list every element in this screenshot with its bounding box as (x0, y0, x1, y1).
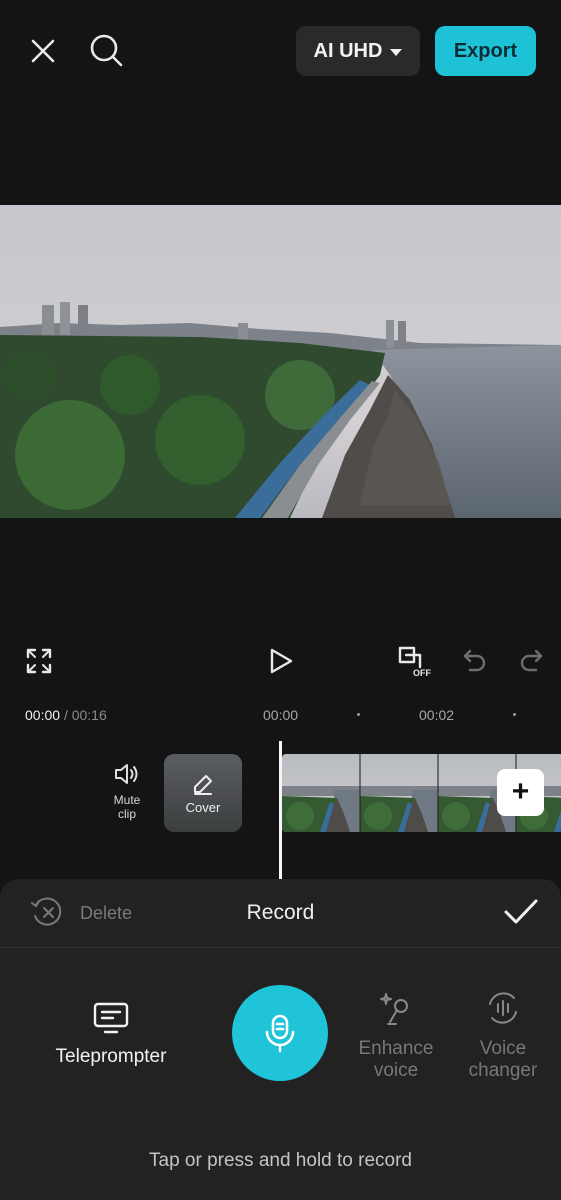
video-preview[interactable] (0, 205, 561, 518)
record-button[interactable] (232, 985, 328, 1081)
pencil-icon (194, 774, 212, 795)
quality-dropdown-button[interactable]: AI UHD (296, 26, 420, 76)
speaker-icon (115, 764, 138, 784)
mute-label: clip (117, 807, 136, 821)
teleprompter-label: Teleprompter (55, 1046, 167, 1067)
voice-changer-icon (489, 992, 517, 1024)
search-icon[interactable] (86, 30, 126, 70)
keyframe-off-icon[interactable]: OFF (396, 645, 434, 682)
teleprompter-button[interactable]: Teleprompter (42, 1002, 180, 1068)
quality-label: AI UHD (313, 39, 383, 62)
teleprompter-icon (93, 1002, 129, 1034)
enhance-voice-icon (380, 993, 408, 1025)
timecode: 00:00 / 00:16 (25, 707, 107, 723)
fullscreen-icon[interactable] (26, 648, 52, 679)
add-clip-button[interactable]: + (497, 769, 544, 816)
export-button[interactable]: Export (435, 26, 536, 76)
chevron-down-icon (390, 48, 403, 56)
undo-icon[interactable] (462, 648, 488, 677)
divider (0, 947, 561, 948)
enhance-label: Enhance (358, 1038, 434, 1059)
voice-changer-label: changer (468, 1060, 538, 1081)
voice-changer-button[interactable]: Voice changer (458, 990, 548, 1082)
ruler-dot (513, 713, 516, 716)
total-time: / 00:16 (63, 707, 107, 723)
enhance-label: voice (373, 1060, 419, 1081)
voice-changer-label: Voice (479, 1038, 527, 1059)
current-time: 00:00 (25, 707, 61, 723)
panel-title: Record (246, 901, 315, 924)
ruler-dot (357, 713, 360, 716)
playhead[interactable] (279, 741, 282, 881)
cover-button[interactable]: Cover (164, 754, 242, 832)
ruler-tick-label: 00:02 (419, 707, 455, 723)
ruler-tick-label: 00:00 (263, 707, 299, 723)
mute-clip-button[interactable]: Mute clip (100, 762, 154, 821)
record-hint: Tap or press and hold to record (149, 1150, 412, 1171)
enhance-voice-button[interactable]: Enhance voice (350, 990, 442, 1082)
play-icon[interactable] (268, 647, 294, 680)
svg-text:OFF: OFF (413, 668, 431, 677)
mute-label: Mute (113, 793, 141, 807)
confirm-button[interactable] (503, 897, 539, 932)
checkmark-icon (504, 899, 538, 924)
cover-label: Cover (185, 799, 221, 815)
microphone-icon (265, 1014, 295, 1053)
redo-icon[interactable] (518, 648, 544, 677)
close-icon[interactable] (23, 31, 63, 71)
